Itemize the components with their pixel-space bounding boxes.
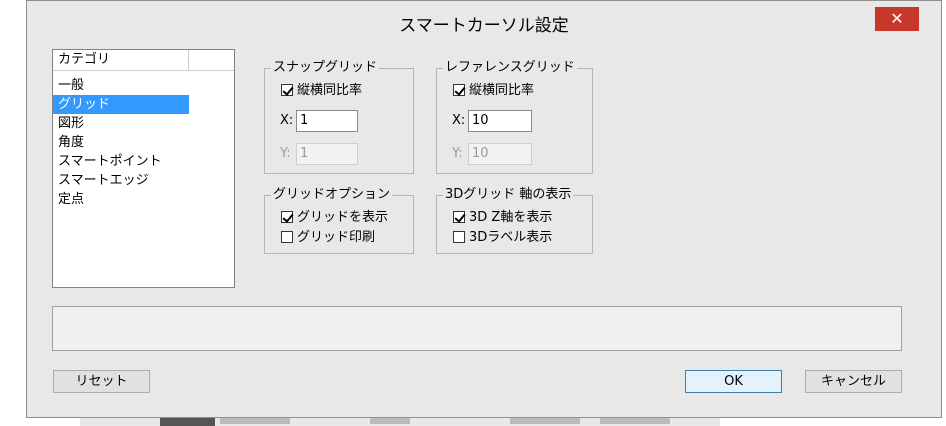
category-item-grid[interactable]: グリッド xyxy=(53,95,189,114)
category-item-general[interactable]: 一般 xyxy=(53,76,189,95)
dialog-title: スマートカーソル設定 xyxy=(399,16,569,36)
snap-grid-legend: スナップグリッド xyxy=(271,60,380,76)
reset-button[interactable]: リセット xyxy=(53,370,150,393)
reference-x-label: X: xyxy=(452,113,466,128)
background-app-edge xyxy=(0,0,26,425)
grid-options-legend: グリッドオプション xyxy=(271,187,393,203)
reference-x-input[interactable]: 10 xyxy=(468,110,532,132)
checkbox-unchecked-icon xyxy=(453,231,465,243)
cancel-button[interactable]: キャンセル xyxy=(805,370,902,393)
print-grid-checkbox[interactable]: グリッド印刷 xyxy=(281,229,375,247)
reference-y-input: 10 xyxy=(468,143,532,165)
snap-x-label: X: xyxy=(280,113,294,128)
category-item-angle[interactable]: 角度 xyxy=(53,133,189,152)
category-item-fixed-point[interactable]: 定点 xyxy=(53,190,189,209)
close-button[interactable]: ✕ xyxy=(875,7,919,31)
reference-grid-legend: レファレンスグリッド xyxy=(443,60,577,76)
snap-y-input: 1 xyxy=(296,143,358,165)
category-item-smart-point[interactable]: スマートポイント xyxy=(53,152,189,171)
snap-aspect-label: 縦横同比率 xyxy=(297,83,363,98)
snap-x-input[interactable]: 1 xyxy=(296,110,358,132)
description-area xyxy=(52,306,902,351)
reference-aspect-checkbox[interactable]: 縦横同比率 xyxy=(453,82,534,100)
ok-button[interactable]: OK xyxy=(685,370,782,393)
snap-grid-group: スナップグリッド 縦横同比率 X: 1 Y: 1 xyxy=(264,60,414,174)
snap-aspect-checkbox[interactable]: 縦横同比率 xyxy=(281,82,362,100)
label-3d-label: 3Dラベル表示 xyxy=(469,230,553,245)
z-axis-checkbox[interactable]: 3D Z軸を表示 xyxy=(453,209,552,227)
snap-y-label: Y: xyxy=(280,146,291,161)
category-item-smart-edge[interactable]: スマートエッジ xyxy=(53,171,189,190)
checkbox-checked-icon xyxy=(453,84,465,96)
title-bar[interactable]: スマートカーソル設定 ✕ xyxy=(27,1,941,39)
grid-axis-legend: 3Dグリッド 軸の表示 xyxy=(443,187,574,203)
reference-y-label: Y: xyxy=(452,146,463,161)
z-axis-label: 3D Z軸を表示 xyxy=(469,210,553,225)
checkbox-unchecked-icon xyxy=(281,231,293,243)
category-list-header[interactable]: カテゴリ xyxy=(53,50,234,71)
show-grid-checkbox[interactable]: グリッドを表示 xyxy=(281,209,388,227)
grid-options-group: グリッドオプション グリッドを表示 グリッド印刷 xyxy=(264,187,414,254)
reference-grid-group: レファレンスグリッド 縦横同比率 X: 10 Y: 10 xyxy=(436,60,593,174)
checkbox-checked-icon xyxy=(281,84,293,96)
column-divider[interactable] xyxy=(188,50,189,70)
reference-aspect-label: 縦横同比率 xyxy=(469,83,535,98)
print-grid-label: グリッド印刷 xyxy=(297,230,376,245)
smart-cursor-settings-dialog: スマートカーソル設定 ✕ カテゴリ 一般 グリッド 図形 角度 スマートポイント… xyxy=(26,0,942,418)
show-grid-label: グリッドを表示 xyxy=(297,210,389,225)
category-list[interactable]: カテゴリ 一般 グリッド 図形 角度 スマートポイント スマートエッジ 定点 xyxy=(52,49,235,288)
category-header-label: カテゴリ xyxy=(58,52,111,67)
grid-axis-group: 3Dグリッド 軸の表示 3D Z軸を表示 3Dラベル表示 xyxy=(436,187,593,254)
label-3d-checkbox[interactable]: 3Dラベル表示 xyxy=(453,229,552,247)
close-icon: ✕ xyxy=(890,9,904,28)
checkbox-checked-icon xyxy=(281,211,293,223)
checkbox-checked-icon xyxy=(453,211,465,223)
category-item-shape[interactable]: 図形 xyxy=(53,114,189,133)
